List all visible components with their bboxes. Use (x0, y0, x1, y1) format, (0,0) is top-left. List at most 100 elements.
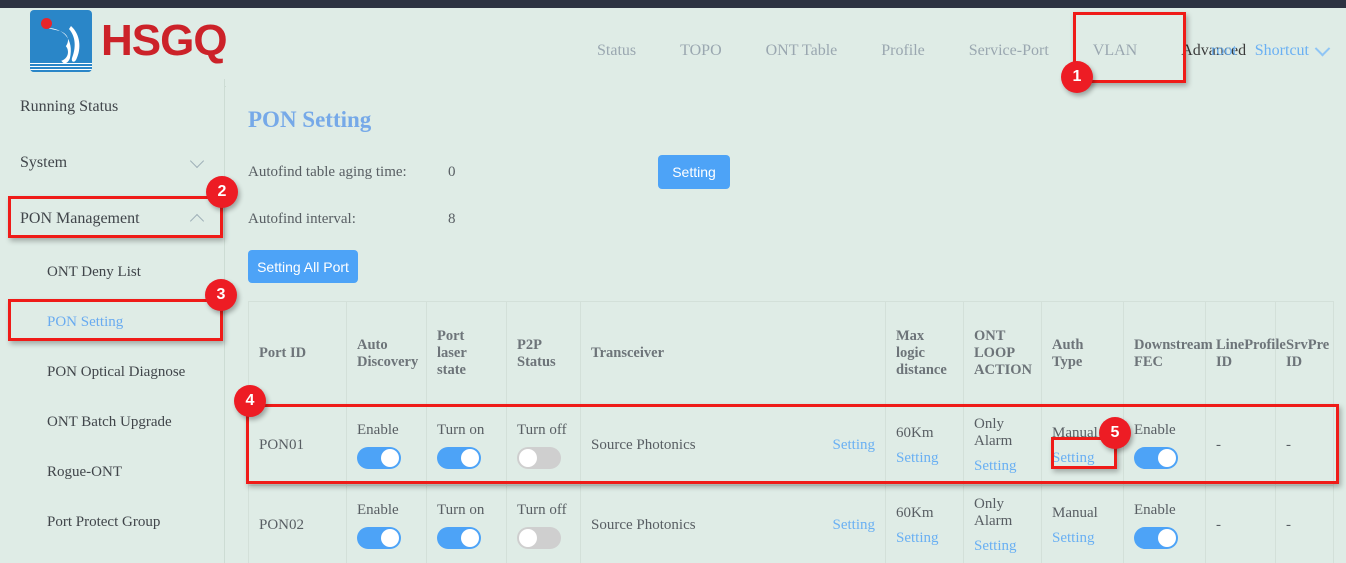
col-p2p-status: P2P Status (507, 302, 581, 406)
ont-loop-action-setting-link[interactable]: Setting (974, 458, 1031, 475)
cell-p2p-status: Turn off (507, 486, 581, 563)
cell-port-id: PON01 (249, 406, 347, 486)
nav-item-profile[interactable]: Profile (859, 16, 947, 86)
table-header-row: Port ID Auto Discovery Port laser state … (249, 302, 1334, 406)
p2p-status-label: Turn off (517, 422, 570, 439)
cell-p2p-status: Turn off (507, 406, 581, 486)
downstream-fec-toggle[interactable] (1134, 527, 1178, 549)
cell-srv-pre-id: - (1276, 486, 1334, 563)
port-laser-state-label: Turn on (437, 422, 496, 439)
sidebar-item-label: Port Protect Group (47, 514, 160, 531)
nav-item-topo[interactable]: TOPO (658, 16, 744, 86)
top-accent-bar (0, 0, 1346, 8)
cell-auto-discovery: Enable (347, 406, 427, 486)
auto-discovery-toggle[interactable] (357, 447, 401, 469)
ont-loop-action-value: Only Alarm (974, 496, 1031, 530)
p2p-status-toggle[interactable] (517, 527, 561, 549)
brand-name: HSGQ (101, 10, 227, 72)
sidebar-item-ont-batch-upgrade[interactable]: ONT Batch Upgrade (0, 397, 224, 447)
main-nav: Status TOPO ONT Table Profile Service-Po… (575, 16, 1268, 86)
p2p-status-toggle[interactable] (517, 447, 561, 469)
logo-dot-icon (41, 18, 52, 29)
chevron-down-icon (190, 154, 204, 168)
col-auto-discovery: Auto Discovery (347, 302, 427, 406)
sidebar-item-pon-optical-diagnose[interactable]: PON Optical Diagnose (0, 347, 224, 397)
app-header: HSGQ Status TOPO ONT Table Profile Servi… (0, 8, 1346, 78)
shortcut-menu[interactable]: Shortcut (1255, 42, 1328, 60)
downstream-fec-label: Enable (1134, 422, 1195, 439)
nav-item-status[interactable]: Status (575, 16, 658, 86)
p2p-status-label: Turn off (517, 502, 570, 519)
col-transceiver: Transceiver (581, 302, 886, 406)
sidebar-item-label: ONT Deny List (47, 264, 141, 281)
auth-type-value: Manual (1052, 505, 1113, 522)
max-logic-distance-setting-link[interactable]: Setting (896, 450, 953, 467)
max-logic-distance-setting-link[interactable]: Setting (896, 530, 953, 547)
pon-table: Port ID Auto Discovery Port laser state … (248, 301, 1334, 563)
ont-loop-action-value: Only Alarm (974, 416, 1031, 450)
sidebar-item-pon-management[interactable]: PON Management (0, 191, 224, 247)
annotation-badge-2: 2 (206, 176, 238, 208)
nav-item-service-port[interactable]: Service-Port (947, 16, 1071, 86)
cell-transceiver: Source Photonics Setting (581, 406, 886, 486)
auto-discovery-label: Enable (357, 422, 416, 439)
annotation-badge-5: 5 (1099, 417, 1131, 449)
ont-loop-action-setting-link[interactable]: Setting (974, 538, 1031, 555)
sidebar-item-pon-setting[interactable]: PON Setting (0, 297, 224, 347)
transceiver-value: Source Photonics (591, 517, 696, 534)
annotation-badge-3: 3 (205, 279, 237, 311)
port-laser-state-toggle[interactable] (437, 527, 481, 549)
downstream-fec-label: Enable (1134, 502, 1195, 519)
cell-line-profile-id: - (1206, 486, 1276, 563)
autofind-aging-time-value: 0 (448, 164, 658, 181)
cell-line-profile-id: - (1206, 406, 1276, 486)
nav-item-ont-table[interactable]: ONT Table (744, 16, 860, 86)
sidebar-item-label: Running Status (20, 98, 118, 116)
cell-ont-loop-action: Only Alarm Setting (964, 406, 1042, 486)
sidebar-item-label: PON Management (20, 210, 140, 228)
transceiver-setting-link[interactable]: Setting (832, 437, 875, 454)
annotation-badge-1: 1 (1061, 61, 1093, 93)
table-row-pon01[interactable]: PON01 Enable Turn on (249, 406, 1334, 486)
sidebar-item-ont-deny-list[interactable]: ONT Deny List (0, 247, 224, 297)
cell-transceiver: Source Photonics Setting (581, 486, 886, 563)
col-port-laser-state: Port laser state (427, 302, 507, 406)
sidebar-item-running-status[interactable]: Running Status (0, 79, 224, 135)
transceiver-value: Source Photonics (591, 437, 696, 454)
logo-stripes-icon (30, 63, 92, 72)
chevron-up-icon (190, 214, 204, 228)
col-downstream-fec: Downstream FEC (1124, 302, 1206, 406)
sidebar-item-label: Rogue-ONT (47, 464, 122, 481)
table-row-pon02[interactable]: PON02 Enable Turn on (249, 486, 1334, 563)
shortcut-label: Shortcut (1255, 42, 1309, 60)
max-logic-distance-value: 60Km (896, 505, 953, 522)
brand-logo[interactable]: HSGQ (30, 10, 227, 72)
autofind-setting-button[interactable]: Setting (658, 155, 730, 189)
current-user[interactable]: root (1211, 42, 1237, 60)
transceiver-setting-link[interactable]: Setting (832, 517, 875, 534)
auto-discovery-toggle[interactable] (357, 527, 401, 549)
sidebar-item-system[interactable]: System (0, 135, 224, 191)
col-auth-type: Auth Type (1042, 302, 1124, 406)
port-laser-state-toggle[interactable] (437, 447, 481, 469)
sidebar-item-label: ONT Batch Upgrade (47, 414, 172, 431)
setting-all-port-button[interactable]: Setting All Port (248, 250, 358, 283)
pon-table-wrapper: Port ID Auto Discovery Port laser state … (248, 301, 1333, 563)
hsgq-logo-icon (30, 10, 92, 72)
autofind-interval-value: 8 (448, 211, 658, 228)
cell-srv-pre-id: - (1276, 406, 1334, 486)
col-port-id: Port ID (249, 302, 347, 406)
cell-auto-discovery: Enable (347, 486, 427, 563)
col-line-profile-id: LineProfile ID (1206, 302, 1276, 406)
downstream-fec-toggle[interactable] (1134, 447, 1178, 469)
col-srv-pre-id: SrvPre ID (1276, 302, 1334, 406)
autofind-aging-time-row: Autofind table aging time: 0 Setting (248, 155, 1346, 189)
col-max-logic-distance: Max logic distance (886, 302, 964, 406)
port-laser-state-label: Turn on (437, 502, 496, 519)
auth-type-setting-link-pon02[interactable]: Setting (1052, 530, 1113, 547)
sidebar-item-rogue-ont[interactable]: Rogue-ONT (0, 447, 224, 497)
sidebar: Running Status System PON Management ONT… (0, 79, 225, 563)
annotation-badge-4: 4 (234, 385, 266, 417)
sidebar-item-port-protect-group[interactable]: Port Protect Group (0, 497, 224, 547)
auth-type-setting-link-pon01[interactable]: Setting (1052, 450, 1113, 467)
